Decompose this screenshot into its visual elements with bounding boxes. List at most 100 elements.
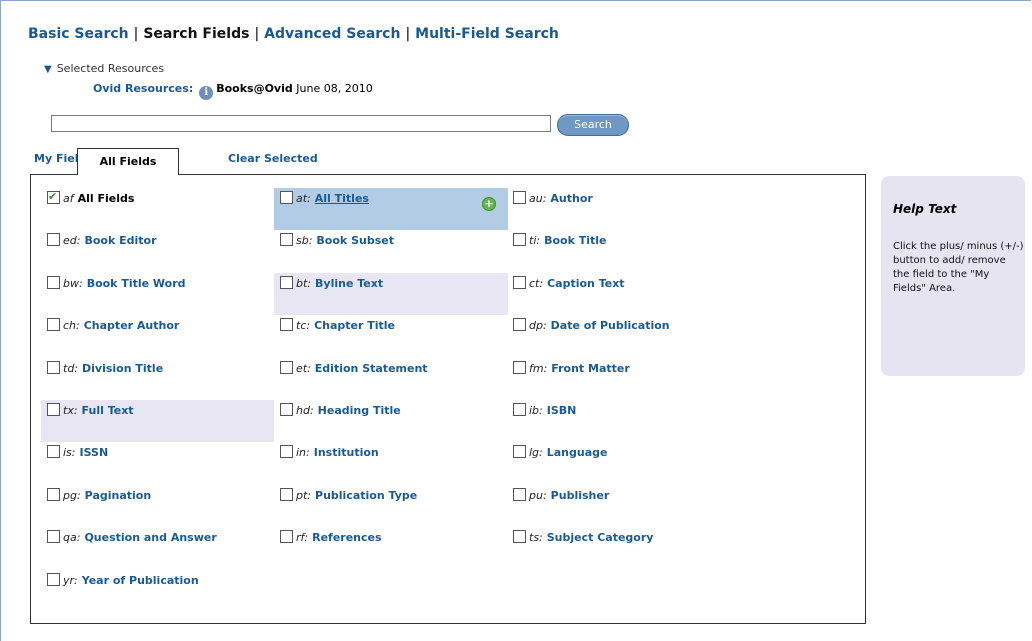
field-name[interactable]: Full Text [82, 404, 134, 417]
advanced-search-link[interactable]: Advanced Search [264, 26, 400, 42]
field-code: in: [296, 446, 310, 459]
field-option[interactable]: tx: Full Text [47, 403, 134, 419]
field-option[interactable]: is: ISSN [47, 445, 108, 461]
field-option[interactable]: pg: Pagination [47, 488, 151, 504]
field-checkbox[interactable] [513, 233, 526, 246]
field-name[interactable]: Publication Type [315, 489, 417, 502]
field-option[interactable]: pu: Publisher [513, 488, 609, 504]
field-option[interactable]: pt: Publication Type [280, 488, 417, 504]
field-checkbox[interactable] [280, 233, 293, 246]
field-checkbox[interactable] [280, 361, 293, 374]
field-option[interactable]: in: Institution [280, 445, 379, 461]
field-checkbox[interactable] [513, 191, 526, 204]
field-checkbox[interactable] [47, 361, 60, 374]
field-option[interactable]: qa: Question and Answer [47, 530, 217, 546]
field-option[interactable]: ib: ISBN [513, 403, 576, 419]
field-checkbox[interactable] [47, 189, 60, 205]
field-name[interactable]: Book Editor [84, 234, 156, 247]
field-checkbox[interactable] [513, 276, 526, 289]
field-name[interactable]: Chapter Author [84, 319, 180, 332]
field-name[interactable]: Year of Publication [82, 574, 199, 587]
plus-circle-icon[interactable]: + [482, 197, 496, 211]
field-name[interactable]: Heading Title [318, 404, 401, 417]
field-checkbox[interactable] [513, 530, 526, 543]
search-fields-tab[interactable]: Search Fields [143, 26, 249, 42]
field-checkbox[interactable] [280, 191, 293, 204]
search-button[interactable]: Search [557, 114, 629, 136]
field-name[interactable]: All Titles [315, 192, 369, 205]
field-name[interactable]: References [312, 531, 381, 544]
field-option[interactable]: dp: Date of Publication [513, 318, 670, 334]
field-checkbox[interactable] [513, 488, 526, 501]
field-option[interactable]: au: Author [513, 191, 593, 207]
all-fields-tab[interactable]: All Fields [77, 148, 179, 175]
field-checkbox[interactable] [280, 445, 293, 458]
field-checkbox[interactable] [280, 488, 293, 501]
field-name[interactable]: Byline Text [315, 277, 383, 290]
field-option[interactable]: fm: Front Matter [513, 361, 630, 377]
field-option[interactable]: ti: Book Title [513, 233, 607, 249]
field-name[interactable]: Author [550, 192, 592, 205]
field-name[interactable]: Institution [314, 446, 379, 459]
field-name[interactable]: Question and Answer [84, 531, 216, 544]
field-option[interactable]: hd: Heading Title [280, 403, 401, 419]
field-name[interactable]: Publisher [551, 489, 610, 502]
field-checkbox[interactable] [47, 488, 60, 501]
field-option[interactable]: ts: Subject Category [513, 530, 653, 546]
field-name[interactable]: Language [547, 446, 608, 459]
field-checkbox[interactable] [513, 403, 526, 416]
field-name[interactable]: Date of Publication [551, 319, 670, 332]
field-option[interactable]: rf: References [280, 530, 382, 546]
field-checkbox[interactable] [47, 233, 60, 246]
field-checkbox[interactable] [280, 403, 293, 416]
field-option[interactable]: lg: Language [513, 445, 607, 461]
clear-selected-link[interactable]: Clear Selected [228, 152, 318, 165]
field-name[interactable]: Book Title Word [87, 277, 186, 290]
field-code: tx: [63, 404, 78, 417]
field-option[interactable]: ch: Chapter Author [47, 318, 179, 334]
field-checkbox[interactable] [47, 445, 60, 458]
field-name[interactable]: Pagination [85, 489, 152, 502]
field-option[interactable]: tc: Chapter Title [280, 318, 395, 334]
field-name[interactable]: ISBN [547, 404, 577, 417]
field-name[interactable]: Front Matter [551, 362, 629, 375]
field-option[interactable]: et: Edition Statement [280, 361, 428, 377]
field-checkbox[interactable] [280, 318, 293, 331]
field-code: tc: [296, 319, 311, 332]
multi-field-search-link[interactable]: Multi-Field Search [415, 26, 559, 42]
field-code: rf: [296, 531, 309, 544]
field-name[interactable]: Edition Statement [315, 362, 428, 375]
field-name[interactable]: ISSN [80, 446, 109, 459]
field-name[interactable]: Book Title [544, 234, 606, 247]
field-checkbox[interactable] [47, 403, 60, 416]
field-checkbox[interactable] [47, 573, 60, 586]
field-checkbox[interactable] [513, 318, 526, 331]
info-icon[interactable]: i [199, 86, 214, 100]
field-checkbox[interactable] [513, 361, 526, 374]
field-option[interactable]: yr: Year of Publication [47, 573, 199, 589]
field-checkbox[interactable] [47, 276, 60, 289]
field-checkbox[interactable] [47, 530, 60, 543]
basic-search-link[interactable]: Basic Search [28, 26, 129, 42]
field-option[interactable]: ct: Caption Text [513, 276, 625, 292]
field-name[interactable]: All Fields [78, 192, 135, 205]
field-name[interactable]: Caption Text [547, 277, 624, 290]
field-name[interactable]: Subject Category [547, 531, 654, 544]
field-checkbox[interactable] [280, 530, 293, 543]
selected-resources-toggle[interactable]: ▼ Selected Resources [44, 62, 164, 75]
field-option[interactable]: bw: Book Title Word [47, 276, 186, 292]
field-option[interactable]: td: Division Title [47, 361, 163, 377]
field-option[interactable]: sb: Book Subset [280, 233, 394, 249]
field-checkbox[interactable] [280, 276, 293, 289]
field-option[interactable]: af All Fields [47, 189, 135, 207]
field-name[interactable]: Division Title [82, 362, 163, 375]
field-option[interactable]: bt: Byline Text [280, 276, 383, 292]
search-input[interactable] [51, 115, 551, 132]
field-option[interactable]: at: All Titles [280, 191, 369, 207]
field-name[interactable]: Chapter Title [314, 319, 395, 332]
field-checkbox[interactable] [513, 445, 526, 458]
field-name[interactable]: Book Subset [316, 234, 394, 247]
resource-date: June 08, 2010 [296, 82, 373, 95]
field-checkbox[interactable] [47, 318, 60, 331]
field-option[interactable]: ed: Book Editor [47, 233, 157, 249]
